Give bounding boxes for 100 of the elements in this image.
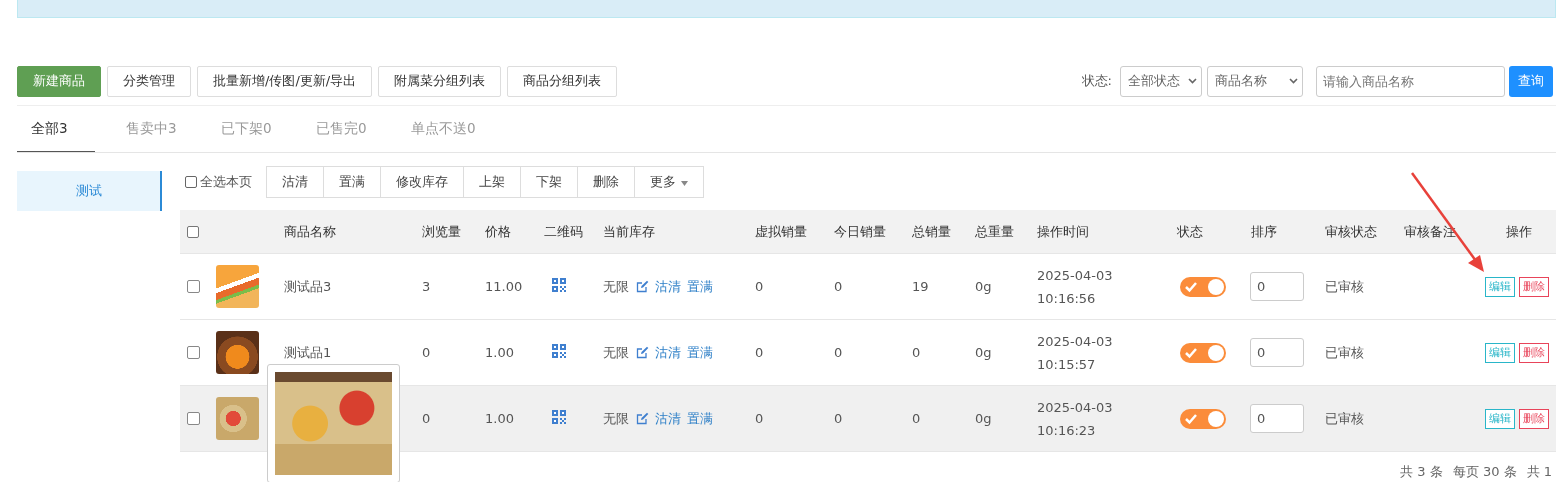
stock-value: 无限 — [603, 343, 629, 362]
total-weight: 0g — [975, 279, 992, 294]
sell-out-link[interactable]: 沽清 — [655, 343, 681, 362]
bulk-action-button[interactable]: 删除 — [577, 166, 634, 198]
search-button[interactable]: 查询 — [1509, 65, 1553, 97]
column-header: 审核状态 — [1325, 223, 1377, 239]
column-header: 排序 — [1251, 223, 1277, 239]
audit-status: 已审核 — [1325, 278, 1364, 294]
caret-icon — [681, 181, 688, 186]
photo-placeholder — [216, 265, 259, 308]
edit-button[interactable]: 编辑 — [1485, 276, 1515, 297]
total-weight: 0g — [975, 345, 992, 360]
fill-stock-link[interactable]: 置满 — [687, 409, 713, 428]
column-header: 虚拟销量 — [755, 223, 807, 239]
column-header: 价格 — [485, 223, 511, 239]
column-header: 操作时间 — [1037, 223, 1089, 239]
stock-value: 无限 — [603, 277, 629, 296]
column-header: 商品名称 — [284, 223, 336, 239]
product-name: 测试品3 — [284, 278, 332, 294]
column-header: 二维码 — [544, 223, 583, 239]
caret-icon — [1289, 78, 1298, 84]
filter-tab[interactable]: 全部3 — [17, 106, 95, 152]
today-sales: 0 — [834, 411, 843, 426]
price: 11.00 — [485, 279, 523, 294]
fill-stock-link[interactable]: 置满 — [687, 277, 713, 296]
operation-date: 2025-04-03 — [1037, 398, 1114, 417]
audit-status: 已审核 — [1325, 344, 1364, 360]
delete-button[interactable]: 删除 — [1519, 408, 1549, 429]
price: 1.00 — [485, 345, 514, 360]
operation-time: 10:16:56 — [1037, 289, 1097, 308]
select-all-checkbox[interactable] — [185, 176, 197, 188]
field-select[interactable]: 商品名称 — [1207, 65, 1303, 97]
operation-date: 2025-04-03 — [1037, 332, 1114, 351]
edit-icon[interactable] — [636, 346, 649, 359]
bulk-action-button[interactable]: 下架 — [520, 166, 577, 198]
pagination-text: 共 3 条 — [1400, 463, 1443, 481]
column-header: 总重量 — [975, 223, 1014, 239]
delete-button[interactable]: 删除 — [1519, 342, 1549, 363]
today-sales: 0 — [834, 345, 843, 360]
category-item[interactable]: 测试 — [17, 171, 162, 211]
audit-status: 已审核 — [1325, 410, 1364, 426]
price: 1.00 — [485, 411, 514, 426]
toolbar-button[interactable]: 分类管理 — [107, 65, 191, 97]
stock-value: 无限 — [603, 409, 629, 428]
total-weight: 0g — [975, 411, 992, 426]
pagination-text: 每页 30 条 — [1452, 463, 1517, 481]
row-checkbox[interactable] — [187, 412, 200, 425]
header-checkbox[interactable] — [187, 225, 199, 238]
bulk-action-button[interactable]: 上架 — [463, 166, 520, 198]
search-field[interactable]: 请输入商品名称 — [1316, 65, 1505, 97]
toolbar-button[interactable]: 附属菜分组列表 — [378, 65, 502, 97]
total-sales: 19 — [912, 279, 929, 294]
edit-icon[interactable] — [636, 412, 649, 425]
check-icon — [1184, 280, 1198, 293]
filter-label: 状态: — [1081, 72, 1112, 90]
view-count: 0 — [422, 411, 431, 426]
filter-tab[interactable]: 单点不送0 — [397, 106, 476, 152]
fill-stock-link[interactable]: 置满 — [687, 343, 713, 362]
qr-code-icon[interactable] — [552, 278, 566, 292]
today-sales: 0 — [834, 279, 843, 294]
edit-button[interactable]: 编辑 — [1485, 408, 1515, 429]
bulk-action-button[interactable]: 修改库存 — [380, 166, 463, 198]
qr-code-icon[interactable] — [552, 410, 566, 424]
column-header: 浏览量 — [422, 223, 461, 239]
photo-placeholder — [216, 397, 259, 440]
filter-tab[interactable]: 已售完0 — [302, 106, 380, 152]
delete-button[interactable]: 删除 — [1519, 276, 1549, 297]
edit-button[interactable]: 编辑 — [1485, 342, 1515, 363]
toolbar-button[interactable]: 批量新增/传图/更新/导出 — [197, 65, 373, 97]
bulk-action-button[interactable]: 置满 — [323, 166, 380, 198]
pagination-text: 共 1 — [1526, 463, 1552, 481]
more-dropdown[interactable]: 更多 — [634, 166, 704, 198]
operation-time: 10:16:23 — [1037, 421, 1097, 440]
edit-icon[interactable] — [636, 280, 649, 293]
sort-input[interactable]: 0 — [1250, 338, 1304, 367]
check-icon — [1184, 412, 1198, 425]
status-select[interactable]: 全部状态 — [1120, 65, 1202, 97]
sell-out-link[interactable]: 沽清 — [655, 277, 681, 296]
sort-input[interactable]: 0 — [1250, 272, 1304, 301]
qr-code-icon[interactable] — [552, 344, 566, 358]
row-checkbox[interactable] — [187, 346, 200, 359]
toolbar-button[interactable]: 商品分组列表 — [507, 65, 618, 97]
new-product-button[interactable]: 新建商品 — [17, 65, 101, 97]
total-sales: 0 — [912, 411, 921, 426]
filter-tab[interactable]: 已下架0 — [207, 106, 285, 152]
select-all-label[interactable]: 全选本页 — [200, 173, 252, 191]
filter-tab[interactable]: 售卖中3 — [112, 106, 190, 152]
column-header: 当前库存 — [603, 223, 655, 239]
sort-input[interactable]: 0 — [1250, 404, 1304, 433]
status-toggle[interactable] — [1180, 342, 1226, 363]
bulk-action-button[interactable]: 沽清 — [266, 166, 323, 198]
sell-out-link[interactable]: 沽清 — [655, 409, 681, 428]
column-header: 总销量 — [912, 223, 951, 239]
view-count: 3 — [422, 279, 431, 294]
operation-time: 10:15:57 — [1037, 355, 1097, 374]
status-toggle[interactable] — [1180, 276, 1226, 297]
caret-icon — [1188, 78, 1197, 84]
status-toggle[interactable] — [1180, 408, 1226, 429]
check-icon — [1184, 346, 1198, 359]
row-checkbox[interactable] — [187, 280, 200, 293]
